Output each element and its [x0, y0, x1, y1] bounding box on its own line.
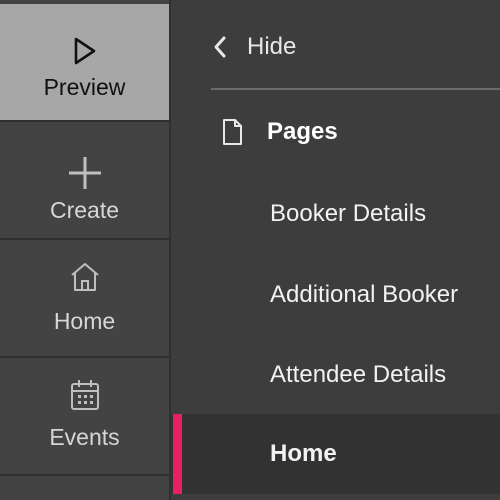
selected-indicator [173, 414, 182, 494]
left-rail: Preview Create Home Events [0, 0, 169, 500]
page-item-label: Additional Booker [270, 281, 459, 308]
page-item-additional-booker[interactable]: Additional Booker [171, 263, 500, 327]
rail-item-label: Create [49, 197, 120, 223]
chevron-left-icon [214, 36, 226, 58]
page-item-home[interactable]: Home [171, 414, 500, 494]
hide-button[interactable]: Hide [211, 28, 296, 66]
page-item-label: Home [270, 440, 337, 467]
hide-label: Hide [247, 33, 297, 60]
page-item-attendee-details[interactable]: Attendee Details [171, 343, 500, 407]
play-outline-icon [74, 37, 95, 65]
calendar-icon [70, 380, 99, 410]
rail-item-home[interactable]: Home [0, 240, 169, 358]
rail-item-events[interactable]: Events [0, 358, 169, 476]
page-item-label: Attendee Details [270, 361, 447, 388]
rail-item-label: Home [53, 308, 116, 334]
page-icon [223, 119, 242, 145]
plus-icon [68, 157, 101, 189]
rail-item-create[interactable]: Create [0, 122, 169, 240]
divider [211, 88, 500, 90]
rail-item-preview[interactable]: Preview [0, 4, 169, 122]
pages-section-header: Pages [221, 112, 338, 152]
page-item-label: Booker Details [270, 200, 427, 227]
page-item-booker-details[interactable]: Booker Details [171, 182, 500, 246]
pages-title: Pages [267, 118, 338, 145]
rail-item-label: Preview [43, 74, 126, 100]
home-icon [70, 263, 99, 291]
pages-drawer: Hide Pages Booker Details Additional Boo… [169, 0, 500, 500]
rail-item-label: Events [49, 424, 120, 450]
